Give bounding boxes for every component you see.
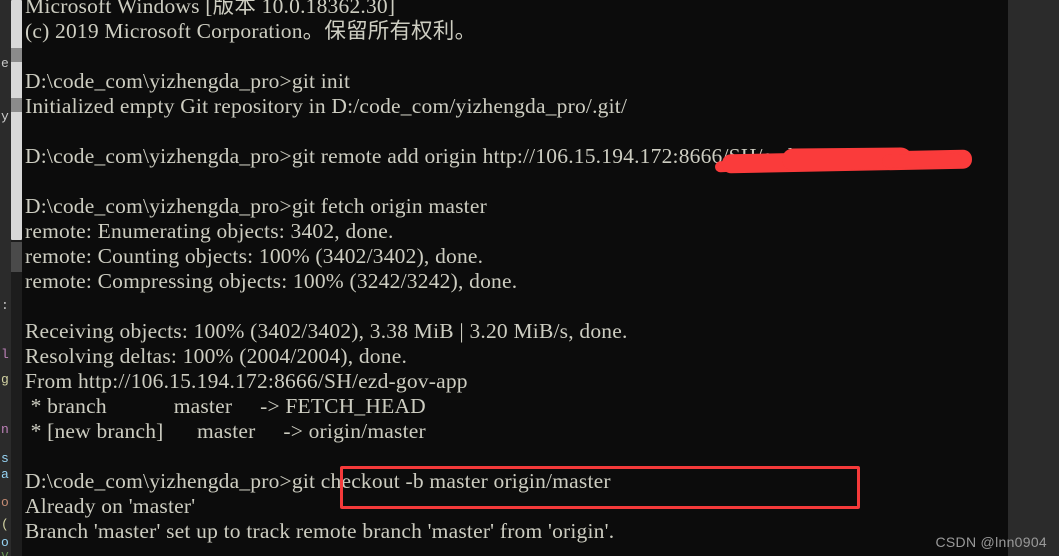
background-code-fragment: a bbox=[1, 467, 9, 482]
background-code-fragment: v bbox=[1, 548, 9, 556]
terminal-line: remote: Counting objects: 100% (3402/340… bbox=[25, 244, 484, 268]
screenshot-root: e y: l g n s a o(o v Microsoft Windows [版本 10.0.… bbox=[0, 0, 1059, 556]
terminal-line: From http://106.15.194.172:8666/SH/ezd-g… bbox=[25, 369, 468, 393]
background-code-fragment: : bbox=[1, 298, 9, 313]
terminal-line: Microsoft Windows [版本 10.0.18362.30] bbox=[25, 0, 396, 18]
background-code-fragment: o bbox=[1, 495, 9, 510]
terminal-line: remote: Compressing objects: 100% (3242/… bbox=[25, 269, 518, 293]
background-code-fragment: n bbox=[1, 422, 9, 437]
csdn-watermark: CSDN @lnn0904 bbox=[935, 534, 1047, 550]
command-prompt-window[interactable]: Microsoft Windows [版本 10.0.18362.30] (c) … bbox=[22, 0, 1008, 556]
terminal-line: D:\code_com\yizhengda_pro>git init bbox=[25, 69, 351, 93]
background-code-fragment: g bbox=[1, 372, 9, 387]
terminal-line: * [new branch] master -> origin/master bbox=[25, 419, 426, 443]
terminal-line: D:\code_com\yizhengda_pro>git fetch orig… bbox=[25, 194, 487, 218]
background-code-fragment: s bbox=[1, 451, 9, 466]
background-code-fragment: ( bbox=[1, 517, 9, 532]
terminal-line: Initialized empty Git repository in D:/c… bbox=[25, 94, 628, 118]
terminal-line: Branch 'master' set up to track remote b… bbox=[25, 519, 615, 543]
terminal-line: Resolving deltas: 100% (2004/2004), done… bbox=[25, 344, 408, 368]
terminal-line: * branch master -> FETCH_HEAD bbox=[25, 394, 426, 418]
terminal-line: remote: Enumerating objects: 3402, done. bbox=[25, 219, 394, 243]
background-code-fragment: l bbox=[1, 347, 9, 362]
terminal-line: (c) 2019 Microsoft Corporation。保留所有权利。 bbox=[25, 19, 477, 43]
scrollbar-marker bbox=[11, 48, 22, 62]
background-code-fragment: y bbox=[1, 109, 9, 124]
background-code-fragment: e bbox=[1, 56, 9, 71]
highlight-rectangle bbox=[340, 466, 860, 509]
terminal-line: Receiving objects: 100% (3402/3402), 3.3… bbox=[25, 319, 628, 343]
redaction-stroke-icon bbox=[881, 153, 963, 168]
vertical-scrollbar-thumb[interactable] bbox=[11, 0, 22, 240]
vertical-scrollbar-track[interactable] bbox=[11, 0, 22, 556]
scrollbar-marker bbox=[11, 242, 22, 272]
scrollbar-marker bbox=[11, 98, 22, 112]
desktop-background bbox=[1008, 0, 1059, 556]
terminal-output: Microsoft Windows [版本 10.0.18362.30] (c) … bbox=[22, 0, 1008, 544]
